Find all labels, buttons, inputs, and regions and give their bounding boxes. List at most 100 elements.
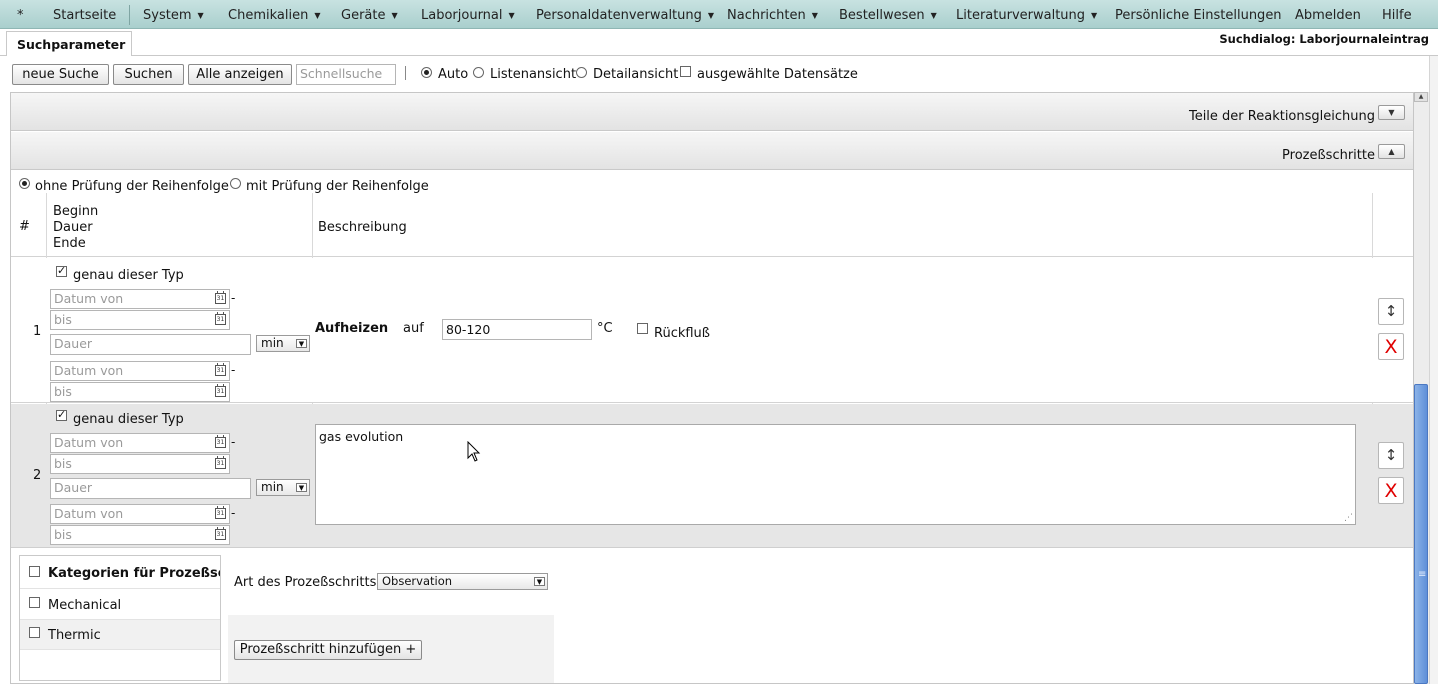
steps-table-header: # Beginn Dauer Ende Beschreibung (11, 193, 1413, 257)
placeholder: Dauer (54, 480, 93, 495)
menu-item-hilfe[interactable]: Hilfe (1382, 8, 1412, 23)
exact-type-checkbox[interactable] (56, 408, 67, 421)
show-all-button[interactable]: Alle anzeigen (188, 64, 292, 85)
resize-grip-icon[interactable]: ⋰ (1344, 513, 1353, 523)
table-row: 2 genau dieser Typ Datum von 31 - bis 31 D… (11, 404, 1413, 548)
begin-date-from-input[interactable]: Datum von 31 (50, 433, 230, 453)
duration-input[interactable]: Dauer (50, 334, 251, 355)
menu-item-chemikalien[interactable]: Chemikalien ▼ (228, 8, 320, 23)
list-item[interactable]: Thermic (20, 620, 220, 650)
duration-unit-value: min (261, 336, 284, 350)
view-auto-label: Auto (438, 67, 469, 82)
col-duration-header: Dauer (53, 220, 93, 235)
order-without-check-radio[interactable] (19, 178, 30, 189)
scrollbar-thumb[interactable]: ≡ (1414, 384, 1428, 684)
placeholder: bis (54, 312, 72, 327)
calendar-icon[interactable]: 31 (215, 506, 226, 519)
categories-box: Kategorien für Prozeßschritte Mechanical… (19, 555, 221, 681)
calendar-icon[interactable]: 31 (215, 363, 226, 376)
calendar-icon[interactable]: 31 (215, 312, 226, 325)
reflux-checkbox[interactable] (637, 323, 648, 334)
category-checkbox[interactable] (29, 627, 40, 638)
col-end-header: Ende (53, 236, 86, 251)
view-detail-label: Detailansicht (593, 67, 679, 82)
list-item[interactable]: Mechanical (20, 590, 220, 620)
new-search-button[interactable]: neue Suche (12, 64, 109, 85)
menu-item-persoenliche-einstellungen[interactable]: Persönliche Einstellungen (1115, 8, 1282, 23)
calendar-icon[interactable]: 31 (215, 456, 226, 469)
calendar-icon[interactable]: 31 (215, 527, 226, 540)
move-handle-icon[interactable]: ↕ (1378, 442, 1404, 469)
menu-item-literaturverwaltung[interactable]: Literaturverwaltung ▼ (956, 8, 1097, 23)
quicksearch-placeholder: Schnellsuche (300, 66, 383, 81)
expand-icon[interactable]: ▼ (1378, 105, 1405, 120)
window-edge (1429, 56, 1438, 684)
menu-separator (129, 5, 130, 25)
calendar-icon[interactable]: 31 (215, 291, 226, 304)
section-process-steps[interactable]: Prozeßschritte ▲ (11, 132, 1413, 170)
chevron-down-icon: ▼ (707, 11, 715, 20)
begin-date-from-input[interactable]: Datum von 31 (50, 289, 230, 309)
end-date-from-input[interactable]: Datum von 31 (50, 361, 230, 381)
step-action-label: Aufheizen (315, 321, 389, 336)
duration-unit-select[interactable]: min ▼ (256, 479, 310, 496)
duration-input[interactable]: Dauer (50, 478, 251, 499)
categories-header: Kategorien für Prozeßschritte (20, 556, 220, 589)
step-type-value: Observation (382, 574, 453, 588)
order-with-check-radio[interactable] (230, 178, 241, 189)
collapse-icon[interactable]: ▲ (1378, 144, 1405, 159)
exact-type-checkbox[interactable] (56, 264, 67, 277)
calendar-icon[interactable]: 31 (215, 384, 226, 397)
end-date-from-input[interactable]: Datum von 31 (50, 504, 230, 524)
menu-item-startseite[interactable]: Startseite (53, 8, 116, 23)
view-auto-radio[interactable] (421, 67, 432, 78)
step-type-label: Art des Prozeßschritts (234, 575, 377, 590)
scroll-up-icon[interactable]: ▲ (1414, 92, 1428, 102)
menu-item-geraete[interactable]: Geräte ▼ (341, 8, 398, 23)
mouse-cursor-icon (467, 441, 481, 462)
delete-step-icon[interactable]: X (1378, 477, 1404, 504)
tab-suchparameter[interactable]: Suchparameter (6, 31, 132, 57)
step-number: 2 (33, 468, 42, 483)
step-on-label: auf (403, 321, 424, 336)
range-dash: - (231, 435, 236, 449)
section-reaction-parts[interactable]: Teile der Reaktionsgleichung ▼ (11, 93, 1413, 131)
add-step-button[interactable]: Prozeßschritt hinzufügen + (234, 640, 422, 660)
chevron-down-icon: ▼ (296, 339, 307, 348)
end-date-to-input[interactable]: bis 31 (50, 525, 230, 545)
menu-item-system[interactable]: System ▼ (143, 8, 204, 23)
menu-item-abmelden[interactable]: Abmelden (1295, 8, 1361, 23)
duration-unit-select[interactable]: min ▼ (256, 335, 310, 352)
section-process-steps-title: Prozeßschritte (1282, 148, 1375, 163)
view-detail-radio[interactable] (576, 67, 587, 78)
begin-date-to-input[interactable]: bis 31 (50, 454, 230, 474)
delete-step-icon[interactable]: X (1378, 333, 1404, 360)
section-reaction-parts-title: Teile der Reaktionsgleichung (1188, 109, 1375, 124)
placeholder: bis (54, 527, 72, 542)
menu-item-laborjournal[interactable]: Laborjournal ▼ (421, 8, 515, 23)
calendar-icon[interactable]: 31 (215, 435, 226, 448)
step-description-textarea[interactable]: gas evolution ⋰ (315, 424, 1356, 525)
menu-item-nachrichten[interactable]: Nachrichten ▼ (727, 8, 818, 23)
begin-date-to-input[interactable]: bis 31 (50, 310, 230, 330)
selected-records-checkbox[interactable] (680, 66, 691, 77)
temperature-input[interactable]: 80-120 (442, 319, 592, 340)
menu-bar: * Startseite System ▼ Chemikalien ▼ Geräte… (0, 0, 1438, 29)
categories-all-checkbox[interactable] (29, 566, 40, 577)
end-date-to-input[interactable]: bis 31 (50, 382, 230, 402)
chevron-down-icon: ▼ (930, 11, 937, 20)
category-checkbox[interactable] (29, 597, 40, 608)
order-without-check-label: ohne Prüfung der Reihenfolge (35, 179, 229, 194)
menu-item-personaldatenverwaltung[interactable]: Personaldatenverwaltung ▼ (536, 8, 714, 23)
view-list-radio[interactable] (473, 67, 484, 78)
step-type-select[interactable]: Observation ▼ (377, 573, 548, 590)
search-button[interactable]: Suchen (113, 64, 184, 85)
categories-header-label: Kategorien für Prozeßschritte (48, 566, 220, 581)
menu-item-bestellwesen[interactable]: Bestellwesen ▼ (839, 8, 937, 23)
selected-records-label: ausgewählte Datensätze (697, 67, 858, 82)
chevron-down-icon: ▼ (391, 11, 398, 20)
col-num-header: # (19, 219, 30, 234)
menu-item-star[interactable]: * (17, 8, 24, 23)
quicksearch-input[interactable]: Schnellsuche (296, 64, 396, 85)
move-handle-icon[interactable]: ↕ (1378, 298, 1404, 325)
